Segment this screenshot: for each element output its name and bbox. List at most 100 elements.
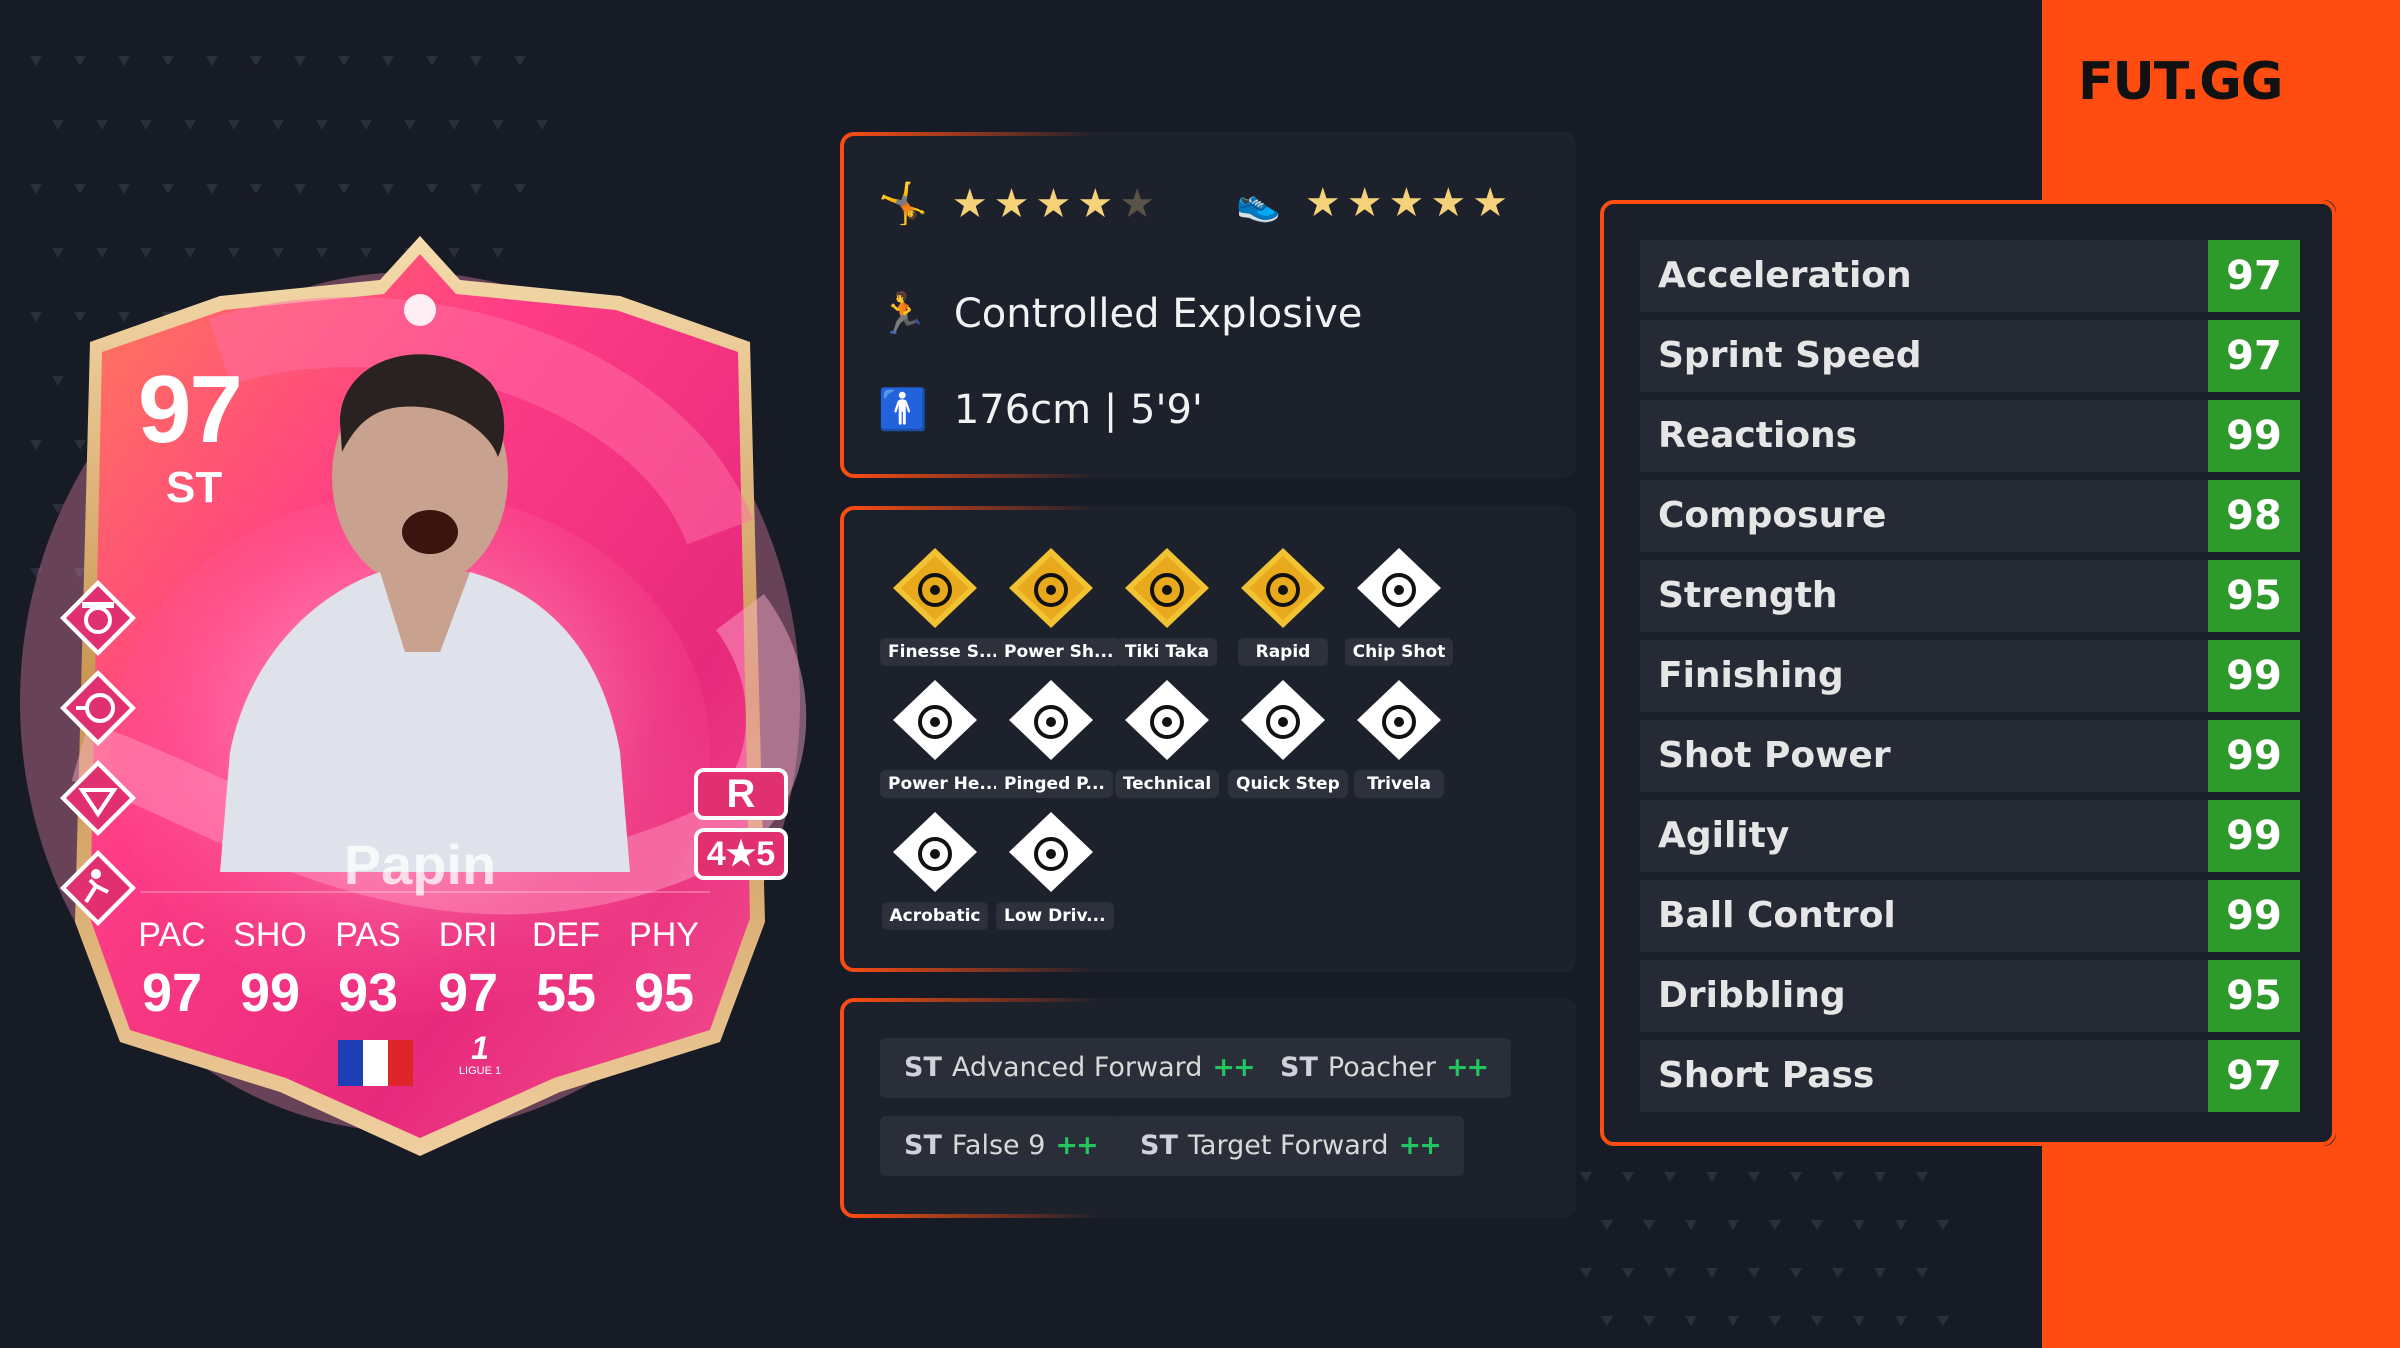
role-plus: ++ bbox=[1398, 1130, 1442, 1161]
stat-name: Reactions bbox=[1658, 415, 1858, 456]
bg-triangle bbox=[272, 120, 284, 130]
bg-triangle bbox=[74, 56, 86, 66]
role-chip[interactable]: ST False 9 ++ bbox=[880, 1116, 1121, 1176]
playstyle-item[interactable]: Acrobatic bbox=[880, 810, 990, 930]
accelerate-row: 🏃 Controlled Explosive bbox=[878, 290, 1362, 338]
skill-weakfoot-badge: 4★5 bbox=[694, 828, 788, 880]
stat-value: 99 bbox=[2208, 720, 2300, 792]
bg-triangle bbox=[206, 56, 218, 66]
playstyle-item[interactable]: Technical bbox=[1112, 678, 1222, 798]
role-chip[interactable]: ST Target Forward ++ bbox=[1116, 1116, 1464, 1176]
playstyle-item[interactable]: Power He... bbox=[880, 678, 1007, 798]
bg-triangle bbox=[404, 120, 416, 130]
rapid-icon bbox=[1241, 548, 1325, 628]
stat-value: 99 bbox=[2208, 800, 2300, 872]
bg-triangle bbox=[426, 56, 438, 66]
bg-triangle bbox=[1874, 1268, 1886, 1278]
role-chip[interactable]: ST Poacher ++ bbox=[1256, 1038, 1512, 1098]
attr-label: DEF bbox=[532, 916, 600, 954]
stat-row: Composure 98 bbox=[1640, 480, 2300, 552]
role-name: Target Forward bbox=[1187, 1130, 1389, 1161]
playstyle-item[interactable]: Trivela bbox=[1344, 678, 1454, 798]
attr-label: DRI bbox=[438, 916, 498, 954]
stat-name: Short Pass bbox=[1658, 1055, 1875, 1096]
panel-border bbox=[840, 998, 1576, 1218]
stat-value: 95 bbox=[2208, 560, 2300, 632]
star-icon: ★ bbox=[1472, 180, 1509, 226]
playstyle-item[interactable]: Pinged P... bbox=[996, 678, 1113, 798]
stat-name: Dribbling bbox=[1658, 975, 1846, 1016]
bg-triangle bbox=[1664, 1268, 1676, 1278]
bg-triangle bbox=[74, 184, 86, 194]
attr-value: 93 bbox=[337, 963, 399, 1023]
star-icon: ★ bbox=[1346, 180, 1383, 226]
stat-row: Shot Power 99 bbox=[1640, 720, 2300, 792]
bg-triangle bbox=[1853, 1220, 1865, 1230]
bg-triangle bbox=[1727, 1220, 1739, 1230]
futgg-logo[interactable]: FUT.GG bbox=[2078, 52, 2368, 112]
player-height: 176cm | 5'9' bbox=[953, 386, 1203, 433]
attr-label: PHY bbox=[629, 916, 699, 954]
playstyle-label: Acrobatic bbox=[881, 902, 989, 930]
stat-value: 99 bbox=[2208, 400, 2300, 472]
bg-triangle bbox=[184, 120, 196, 130]
rapid-plus-icon[interactable] bbox=[56, 846, 140, 930]
tiki-taka-plus-icon[interactable] bbox=[56, 756, 140, 840]
playstyle-item[interactable]: Finesse S... bbox=[880, 546, 1007, 666]
playstyle-label: Power Sh... bbox=[996, 638, 1122, 666]
star-icon: ★ bbox=[1430, 180, 1467, 226]
bg-triangle bbox=[1937, 1316, 1949, 1326]
player-info-panel: 🤸 ★ ★ ★ ★ ★ 👟 ★ ★ ★ ★ ★ 🏃 Controlled Explosive 🚹… bbox=[840, 132, 1576, 478]
bg-triangle bbox=[1790, 1172, 1802, 1182]
bg-triangle bbox=[162, 56, 174, 66]
star-icon: ★ bbox=[1304, 180, 1341, 226]
role-chip[interactable]: ST Advanced Forward ++ bbox=[880, 1038, 1278, 1098]
player-card[interactable]: 1 LIGUE 1 97 ST Papin PAC 97 SHO 99 PAS … bbox=[20, 232, 810, 1162]
playstyle-item[interactable]: Low Driv... bbox=[996, 810, 1114, 930]
bg-triangle bbox=[382, 184, 394, 194]
playstyle-item[interactable]: Tiki Taka bbox=[1112, 546, 1222, 666]
role-position: ST bbox=[1280, 1052, 1318, 1083]
bg-triangle bbox=[294, 184, 306, 194]
attr-value: 99 bbox=[239, 963, 301, 1023]
bg-triangle bbox=[426, 184, 438, 194]
role-name: Poacher bbox=[1327, 1052, 1436, 1083]
playstyle-label: Power He... bbox=[880, 770, 1007, 798]
playstyle-item[interactable]: Chip Shot bbox=[1344, 546, 1454, 666]
playstyle-item[interactable]: Power Sh... bbox=[996, 546, 1122, 666]
bg-triangle bbox=[30, 184, 42, 194]
bg-triangle bbox=[1580, 1172, 1592, 1182]
stat-value: 97 bbox=[2208, 1040, 2300, 1112]
bg-triangle bbox=[1664, 1172, 1676, 1182]
power-shot-plus-icon[interactable] bbox=[56, 666, 140, 750]
pinged-pass-icon bbox=[1009, 680, 1093, 760]
playstyles-panel: Finesse S... Power Sh... Tiki Taka Rapid Chi… bbox=[840, 506, 1576, 972]
stat-value: 97 bbox=[2208, 320, 2300, 392]
stat-name: Composure bbox=[1658, 495, 1887, 536]
nation-flag bbox=[338, 1040, 413, 1086]
stat-row: Finishing 99 bbox=[1640, 640, 2300, 712]
bg-triangle bbox=[228, 120, 240, 130]
playstyle-label: Technical bbox=[1114, 770, 1220, 798]
bg-triangle bbox=[492, 120, 504, 130]
skill-moves-row: 🤸 ★ ★ ★ ★ ★ bbox=[878, 180, 1161, 228]
bg-triangle bbox=[1790, 1268, 1802, 1278]
bg-triangle bbox=[52, 120, 64, 130]
bg-triangle bbox=[1601, 1220, 1613, 1230]
playstyle-label: Pinged P... bbox=[996, 770, 1113, 798]
attr-sho: SHO 99 bbox=[220, 916, 320, 1024]
playstyle-item[interactable]: Rapid bbox=[1228, 546, 1338, 666]
stat-name: Strength bbox=[1658, 575, 1838, 616]
role-plus: ++ bbox=[1055, 1130, 1098, 1161]
finesse-shot-plus-icon[interactable] bbox=[56, 576, 140, 660]
league-logo: 1 LIGUE 1 bbox=[450, 1032, 510, 1092]
playstyle-item[interactable]: Quick Step bbox=[1228, 678, 1348, 798]
skill-moves-icon: 🤸 bbox=[878, 181, 928, 227]
stat-name: Shot Power bbox=[1658, 735, 1891, 776]
bg-triangle bbox=[1769, 1220, 1781, 1230]
running-icon: 🏃 bbox=[878, 291, 928, 337]
bg-triangle bbox=[1685, 1316, 1697, 1326]
bg-triangle bbox=[1706, 1268, 1718, 1278]
bg-triangle bbox=[1874, 1172, 1886, 1182]
bg-triangle bbox=[382, 56, 394, 66]
